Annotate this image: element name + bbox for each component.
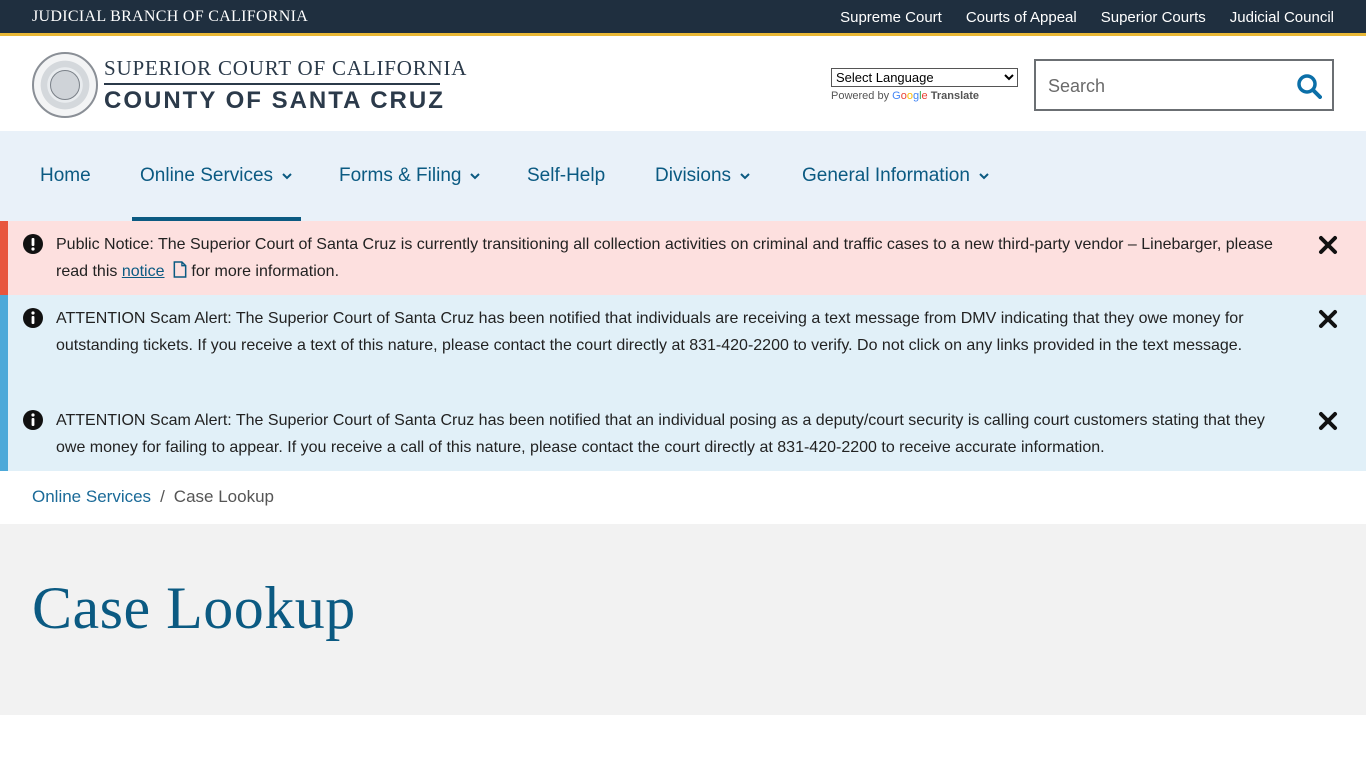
nav-divisions-label: Divisions — [655, 165, 732, 186]
page-title: Case Lookup — [32, 575, 356, 641]
breadcrumb-current: Case Lookup — [173, 487, 274, 506]
info-circle-icon — [23, 308, 43, 328]
main-navigation: Home Online Services Forms & Filing Self… — [0, 131, 1366, 221]
site-header: SUPERIOR COURT OF CALIFORNIA COUNTY OF S… — [0, 39, 1366, 131]
link-courts-of-appeal[interactable]: Courts of Appeal — [966, 9, 1077, 26]
google-wordmark[interactable]: Google — [892, 90, 928, 102]
alert-message: ATTENTION Scam Alert: The Superior Court… — [56, 412, 1265, 456]
close-icon[interactable] — [1318, 235, 1338, 255]
page-hero: Case Lookup — [0, 524, 1366, 715]
link-superior-courts[interactable]: Superior Courts — [1101, 9, 1206, 26]
close-icon[interactable] — [1318, 411, 1338, 431]
info-circle-icon — [23, 410, 43, 430]
nav-self-help-label: Self-Help — [527, 165, 606, 186]
language-select[interactable]: Select Language — [831, 68, 1018, 87]
nav-forms-filing-label: Forms & Filing — [339, 165, 462, 186]
search-input[interactable] — [1048, 73, 1278, 99]
powered-by-google: Powered by Google Translate — [831, 90, 1018, 102]
chevron-down-icon — [979, 173, 989, 180]
search-box — [1034, 59, 1334, 111]
breadcrumb-separator: / — [160, 487, 165, 506]
powered-by-label: Powered by — [831, 90, 890, 102]
alert-message: Public Notice: The Superior Court of San… — [56, 231, 1276, 285]
google-translate: Select Language Powered by Google Transl… — [831, 68, 1018, 102]
document-icon[interactable] — [173, 261, 187, 278]
link-supreme-court[interactable]: Supreme Court — [840, 9, 942, 26]
close-icon[interactable] — [1318, 309, 1338, 329]
nav-online-services-label: Online Services — [140, 165, 274, 186]
nav-online-services[interactable]: Online Services — [131, 131, 302, 221]
exclamation-circle-icon — [23, 234, 43, 254]
nav-home[interactable]: Home — [40, 131, 91, 221]
breadcrumb-online-services[interactable]: Online Services — [32, 487, 151, 506]
alert-accent-bar — [0, 397, 8, 471]
judicial-branch-bar: JUDICIAL BRANCH OF CALIFORNIA Supreme Co… — [0, 0, 1366, 36]
alert-scam-deputy: ATTENTION Scam Alert: The Superior Court… — [0, 397, 1366, 471]
search-icon[interactable] — [1296, 73, 1322, 99]
alert-message: ATTENTION Scam Alert: The Superior Court… — [56, 310, 1244, 354]
link-judicial-council[interactable]: Judicial Council — [1230, 9, 1334, 26]
logo-divider — [104, 83, 440, 85]
logo-county-name[interactable]: COUNTY OF SANTA CRUZ — [104, 87, 445, 115]
nav-general-information-label: General Information — [802, 165, 970, 186]
alert-public-notice: Public Notice: The Superior Court of San… — [0, 221, 1366, 295]
translate-label[interactable]: Translate — [931, 90, 979, 102]
chevron-down-icon — [470, 173, 481, 180]
judicial-branch-title[interactable]: JUDICIAL BRANCH OF CALIFORNIA — [32, 8, 308, 26]
breadcrumb: Online Services / Case Lookup — [32, 487, 274, 507]
logo-court-name[interactable]: SUPERIOR COURT OF CALIFORNIA — [104, 56, 467, 81]
alert-scam-dmv: ATTENTION Scam Alert: The Superior Court… — [0, 295, 1366, 397]
nav-general-information[interactable]: General Information — [802, 131, 990, 221]
nav-self-help[interactable]: Self-Help — [527, 131, 605, 221]
alert-accent-bar — [0, 295, 8, 397]
nav-forms-filing[interactable]: Forms & Filing — [339, 131, 481, 221]
nav-home-label: Home — [40, 165, 91, 186]
judicial-links: Supreme Court Courts of Appeal Superior … — [840, 9, 1334, 26]
seal-center — [50, 70, 80, 100]
alert-accent-bar — [0, 221, 8, 295]
notice-link[interactable]: notice — [122, 263, 165, 280]
alert-text-after: for more information. — [186, 263, 340, 280]
nav-divisions[interactable]: Divisions — [655, 131, 751, 221]
chevron-down-icon — [740, 173, 750, 180]
court-seal-logo[interactable] — [32, 52, 98, 118]
chevron-down-icon — [282, 173, 292, 180]
